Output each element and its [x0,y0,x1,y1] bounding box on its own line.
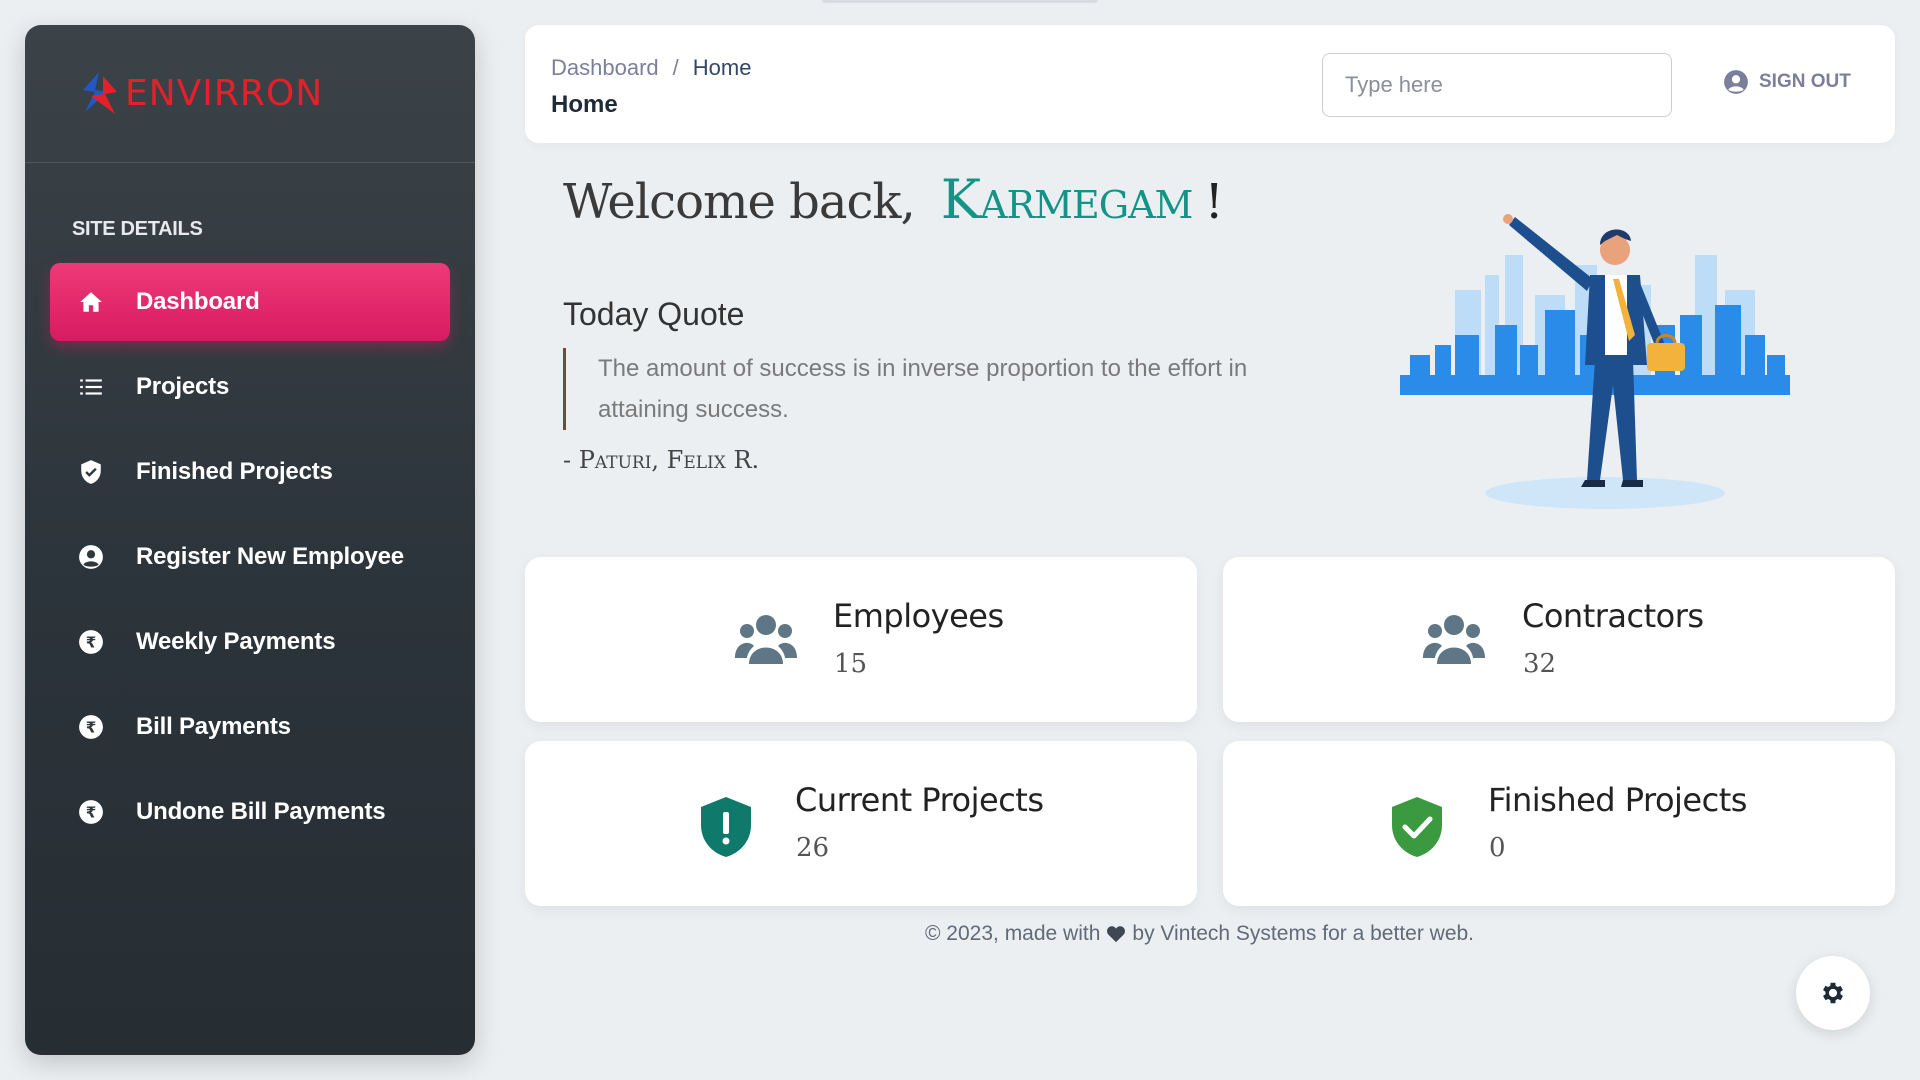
sidebar-item-dashboard[interactable]: Dashboard [50,263,450,341]
sidebar-item-weekly-payments[interactable]: ₹ Weekly Payments [50,603,450,681]
footer-prefix: © 2023, made with [925,922,1101,945]
shield-check-icon [76,457,106,487]
sidebar-nav: Dashboard Projects Finished Projects Reg… [25,263,475,851]
shield-check-icon [1392,797,1442,857]
businessman-city-illustration [1400,214,1790,509]
footer: © 2023, made with by Vintech Systems for… [925,922,1474,946]
breadcrumb-root[interactable]: Dashboard [551,55,659,81]
quote-text: The amount of success is in inverse prop… [563,348,1283,430]
stat-value: 15 [834,649,868,679]
stat-value: 26 [796,833,830,863]
top-navbar: Dashboard / Home Home SIGN OUT [525,25,1895,143]
stat-card-contractors[interactable]: Contractors 32 [1223,557,1895,722]
breadcrumb-separator: / [672,55,679,80]
sidebar-item-label: Undone Bill Payments [136,798,386,825]
sidebar-item-register-employee[interactable]: Register New Employee [50,518,450,596]
quote-author: - Paturi, Felix R. [563,446,760,474]
svg-text:₹: ₹ [86,803,97,821]
stat-title: Current Projects [795,781,1044,819]
welcome-exclamation: ! [1204,174,1224,230]
brand-name: ENVIRRON [125,73,324,114]
welcome-heading: Welcome back, Karmegam ! [563,168,1224,231]
quote-heading: Today Quote [563,296,745,332]
page-title: Home [551,91,618,118]
sidebar-item-label: Weekly Payments [136,628,336,655]
users-icon [1423,615,1485,664]
stat-value: 32 [1523,649,1557,679]
stat-card-finished-projects[interactable]: Finished Projects 0 [1223,741,1895,906]
footer-suffix: by Vintech Systems for a better web. [1132,922,1475,945]
user-circle-icon [1724,70,1748,94]
svg-text:₹: ₹ [86,633,97,651]
top-tab-indicator [822,0,1098,3]
brand-logo-icon [83,71,117,114]
shield-alert-icon [701,797,751,857]
stat-card-employees[interactable]: Employees 15 [525,557,1197,722]
user-circle-icon [76,542,106,572]
sign-out-label: SIGN OUT [1759,71,1851,92]
welcome-greeting: Welcome back, [563,174,916,230]
rupee-icon: ₹ [76,797,106,827]
rupee-icon: ₹ [76,627,106,657]
rupee-icon: ₹ [76,712,106,742]
gear-icon [1823,982,1843,1004]
sidebar-item-label: Bill Payments [136,713,291,740]
settings-button[interactable] [1796,956,1870,1030]
stat-title: Finished Projects [1488,781,1747,819]
stat-title: Contractors [1522,597,1704,635]
sidebar-item-label: Dashboard [136,288,260,315]
breadcrumb-current: Home [692,55,752,80]
sidebar-item-finished-projects[interactable]: Finished Projects [50,433,450,511]
sidebar-item-label: Register New Employee [136,543,404,570]
users-icon [735,615,797,664]
sidebar-item-undone-bill-payments[interactable]: ₹ Undone Bill Payments [50,773,450,851]
sidebar-item-label: Finished Projects [136,458,333,485]
sidebar-item-bill-payments[interactable]: ₹ Bill Payments [50,688,450,766]
brand[interactable]: ENVIRRON [25,25,475,163]
sign-out-button[interactable]: SIGN OUT [1723,69,1851,95]
home-icon [76,287,106,317]
sidebar-item-projects[interactable]: Projects [50,348,450,426]
search-input[interactable] [1322,53,1672,117]
sidebar: ENVIRRON SITE DETAILS Dashboard Projects [25,25,475,1055]
breadcrumb: Dashboard / Home [551,55,751,81]
stat-title: Employees [833,597,1004,635]
sidebar-section-title: SITE DETAILS [72,218,203,240]
list-icon [76,372,106,402]
welcome-user-name: Karmegam [940,168,1194,231]
svg-text:₹: ₹ [86,718,97,736]
stat-card-current-projects[interactable]: Current Projects 26 [525,741,1197,906]
stat-value: 0 [1489,833,1506,863]
sidebar-item-label: Projects [136,373,230,400]
heart-icon [1107,926,1126,943]
